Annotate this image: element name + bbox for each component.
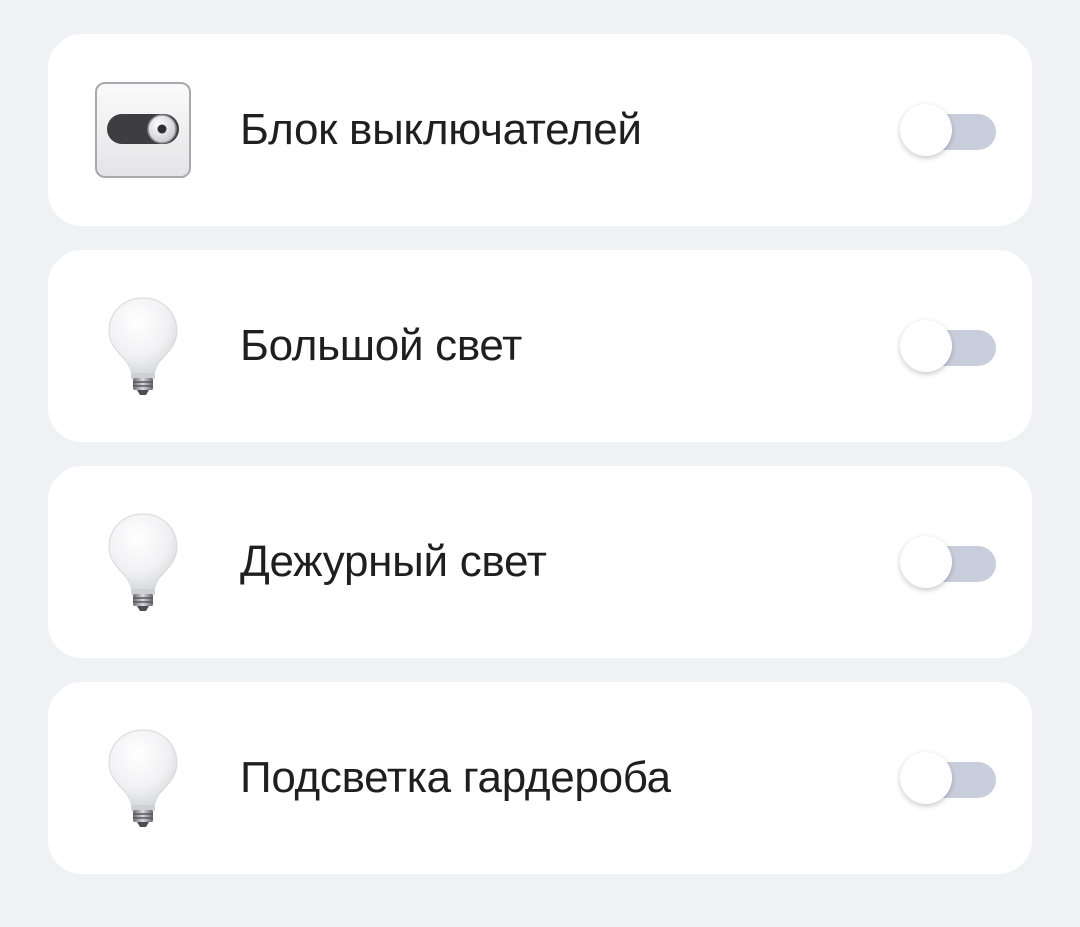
device-card-switch-block[interactable]: Блок выключателей — [48, 34, 1032, 226]
toggle-knob — [900, 104, 952, 156]
device-card-wardrobe-light[interactable]: Подсветка гардероба — [48, 682, 1032, 874]
device-name: Дежурный свет — [240, 537, 547, 586]
device-card-night-light[interactable]: Дежурный свет — [48, 466, 1032, 658]
device-name: Подсветка гардероба — [240, 753, 671, 802]
device-toggle[interactable] — [900, 318, 996, 374]
device-name: Блок выключателей — [240, 105, 642, 154]
toggle-knob — [900, 320, 952, 372]
device-toggle[interactable] — [900, 102, 996, 158]
device-toggle[interactable] — [900, 750, 996, 806]
toggle-knob — [900, 536, 952, 588]
device-list: Блок выключателей Большой свет Дежурный … — [48, 34, 1032, 874]
light-bulb-icon — [95, 297, 191, 395]
light-bulb-icon — [95, 513, 191, 611]
switch-block-icon — [95, 82, 191, 178]
toggle-knob — [900, 752, 952, 804]
device-card-big-light[interactable]: Большой свет — [48, 250, 1032, 442]
device-name: Большой свет — [240, 321, 522, 370]
device-toggle[interactable] — [900, 534, 996, 590]
light-bulb-icon — [95, 729, 191, 827]
